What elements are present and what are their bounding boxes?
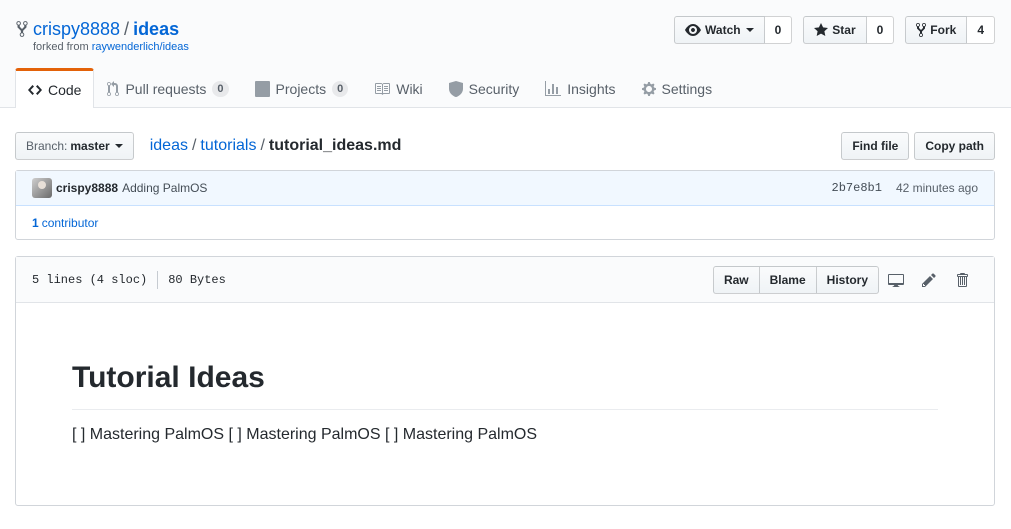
commit-box: crispy8888 Adding PalmOS 2b7e8b1 42 minu… [15,170,995,240]
breadcrumb-current-file: tutorial_ideas.md [268,137,402,154]
markdown-heading: Tutorial Ideas [72,359,938,410]
tab-label: Wiki [396,80,423,97]
fork-group: Fork 4 [905,16,995,44]
breadcrumb-repo-link[interactable]: ideas [150,137,188,154]
fork-label: Fork [930,23,957,37]
tab-wiki[interactable]: Wiki [361,68,435,108]
pencil-icon [921,272,936,287]
star-label: Star [832,23,856,37]
fork-icon [916,22,927,38]
commit-message-link[interactable]: Adding PalmOS [122,181,207,195]
repo-forked-icon [16,21,28,37]
gear-icon [641,81,656,96]
contributor-label: contributor [41,216,99,230]
breadcrumb: ideas / tutorials / tutorial_ideas.md [150,137,402,155]
repo-title: crispy8888/ideas [33,18,189,40]
contributors-link[interactable]: 1 contributor [32,216,98,230]
star-button[interactable]: Star [803,16,867,44]
projects-counter: 0 [332,80,349,97]
file-navigation: Branch: master ideas / tutorials / tutorial_… [15,132,995,160]
pull-requests-counter: 0 [212,80,229,97]
file-info: 5 lines (4 sloc) 80 Bytes [32,270,226,289]
file-viewer: 5 lines (4 sloc) 80 Bytes Raw Blame Hist… [15,256,995,506]
open-desktop-button[interactable] [879,266,912,294]
avatar[interactable] [32,178,52,198]
chevron-down-icon [114,144,123,148]
fork-button[interactable]: Fork [905,16,968,44]
shield-icon [448,80,463,97]
commit-time: 42 minutes ago [895,181,978,195]
forked-prefix: forked from [33,41,92,53]
file-header: 5 lines (4 sloc) 80 Bytes Raw Blame Hist… [16,257,994,303]
file-nav-actions: Find file Copy path [841,132,995,160]
commit-sha-link[interactable]: 2b7e8b1 [832,181,882,195]
latest-commit: crispy8888 Adding PalmOS 2b7e8b1 42 minu… [16,171,994,206]
contributors: 1 contributor [16,206,994,240]
branch-select-button[interactable]: Branch: master [15,132,134,160]
commit-author-link[interactable]: crispy8888 [56,181,118,195]
history-button[interactable]: History [815,265,879,294]
breadcrumb-separator: / [191,137,197,154]
desktop-icon [887,273,904,287]
tab-label: Insights [567,80,616,97]
repo-title-block: crispy8888/ideas forked from raywenderli… [14,18,189,54]
tab-settings[interactable]: Settings [629,68,726,108]
file-lines: 5 lines (4 sloc) [32,272,148,287]
raw-button[interactable]: Raw [712,265,760,294]
breadcrumb-folder-link[interactable]: tutorials [200,137,256,154]
book-icon [375,82,391,95]
star-count[interactable]: 0 [866,16,895,44]
tab-label: Security [468,80,520,97]
tab-label: Pull requests [125,80,207,97]
tab-label: Code [48,81,82,98]
contributor-count: 1 [32,216,39,230]
tab-label: Projects [275,80,327,97]
star-group: Star 0 [803,16,895,44]
repo-header: crispy8888/ideas forked from raywenderli… [0,0,1011,108]
file-size: 80 Bytes [168,272,226,287]
repo-actions: Watch 0 Star 0 Fork 4 [674,16,995,44]
branch-value: master [70,139,110,153]
branch-label: Branch: [26,139,68,153]
pull-request-icon [107,80,120,96]
forked-source-link[interactable]: raywenderlich/ideas [92,41,189,53]
watch-count[interactable]: 0 [764,16,793,44]
copy-path-button[interactable]: Copy path [914,132,995,160]
file-info-divider [157,270,159,289]
eye-icon [685,24,702,36]
tab-security[interactable]: Security [436,68,533,108]
file-button-group: Raw Blame History [712,265,879,294]
graph-icon [545,80,562,96]
tab-projects[interactable]: Projects 0 [242,68,362,108]
find-file-button[interactable]: Find file [841,132,910,160]
tab-insights[interactable]: Insights [532,68,628,108]
tab-label: Settings [661,80,713,97]
project-icon [254,80,270,97]
markdown-paragraph: [ ] Mastering PalmOS [ ] Mastering PalmO… [72,426,538,443]
watch-label: Watch [705,23,741,37]
markdown-body: Tutorial Ideas [ ] Mastering PalmOS [ ] … [16,303,994,444]
forked-from: forked from raywenderlich/ideas [33,40,189,54]
repo-owner-link[interactable]: crispy8888 [33,19,120,39]
trash-icon [956,272,968,287]
watch-group: Watch 0 [674,16,793,44]
code-icon [28,84,42,95]
file-actions: Raw Blame History [712,265,978,294]
tab-code[interactable]: Code [15,68,95,108]
chevron-down-icon [745,28,754,32]
edit-file-button[interactable] [912,266,945,294]
title-separator: / [124,19,130,39]
blame-button[interactable]: Blame [758,265,817,294]
watch-button[interactable]: Watch [674,16,765,44]
star-icon [814,23,829,36]
repo-name-link[interactable]: ideas [133,19,179,39]
fork-count[interactable]: 4 [967,16,995,44]
breadcrumb-separator: / [260,137,265,154]
repo-tabs: Code Pull requests 0 Projects 0 Wiki Sec… [15,68,725,108]
delete-file-button[interactable] [945,266,978,294]
tab-pull-requests[interactable]: Pull requests 0 [94,68,241,108]
